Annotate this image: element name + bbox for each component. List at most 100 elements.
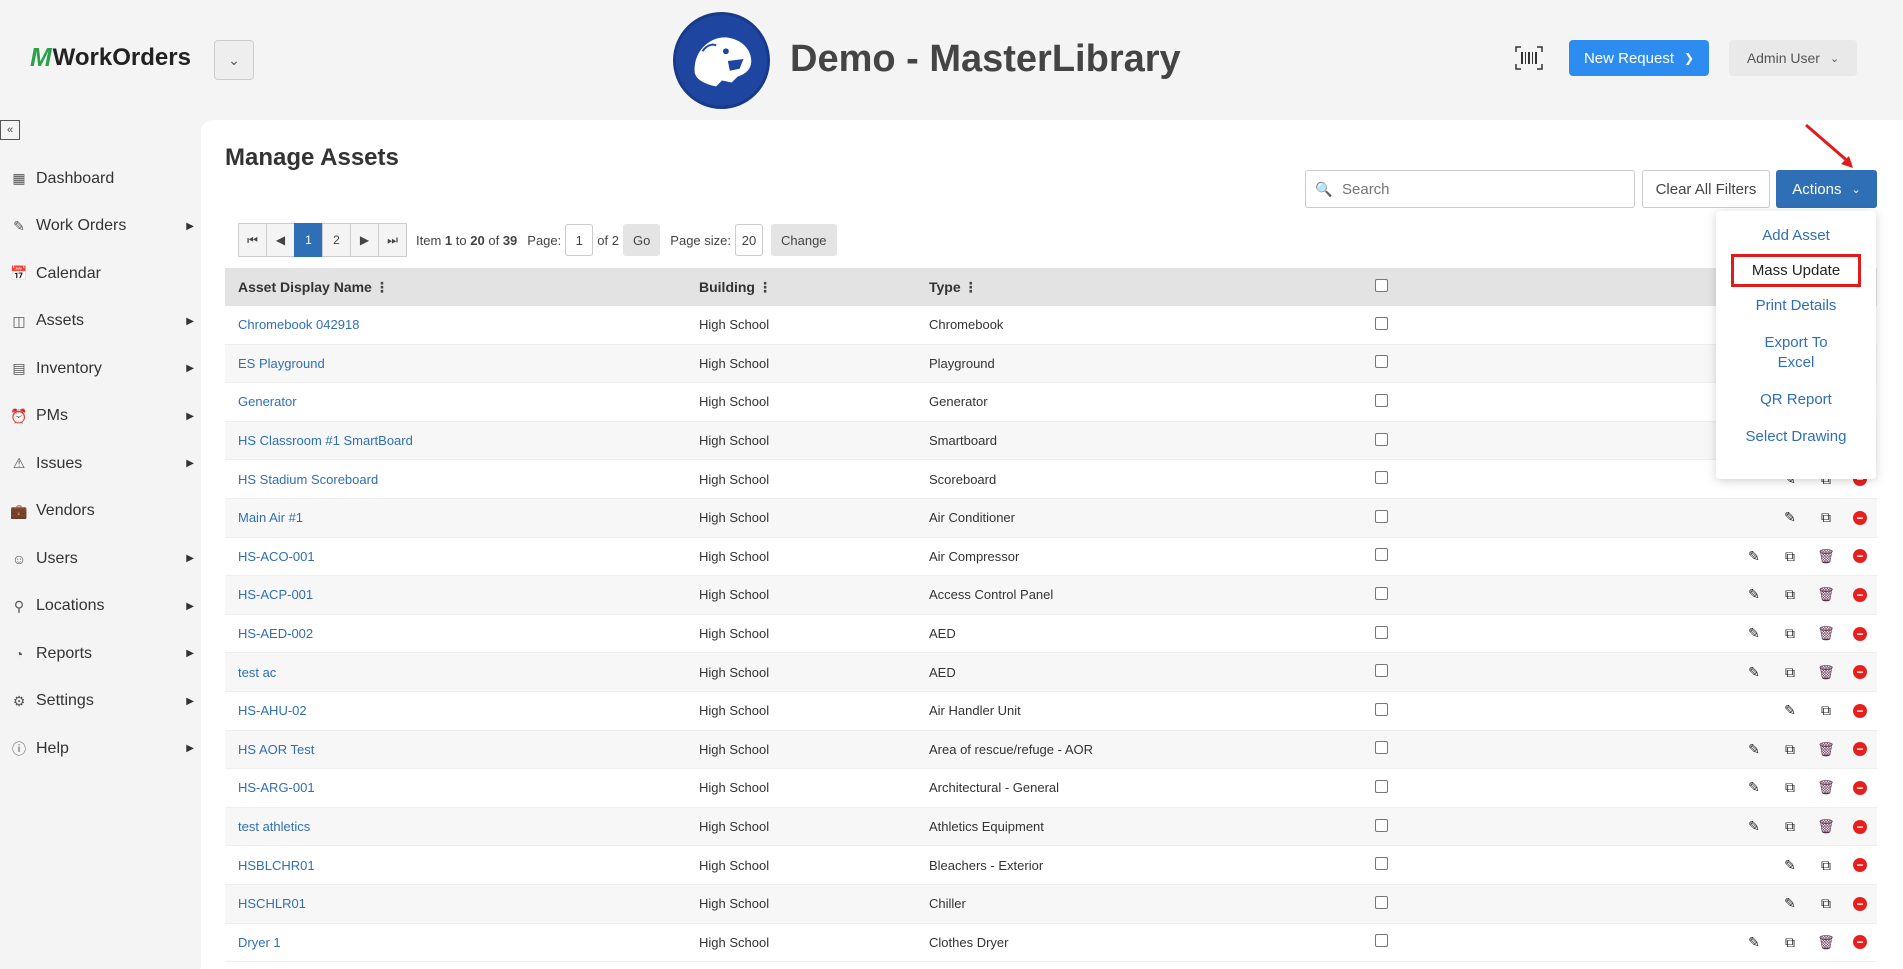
copy-icon[interactable]: ⧉ (1781, 586, 1799, 604)
collapse-sidebar-button[interactable]: « (0, 120, 20, 140)
change-page-size-button[interactable]: Change (771, 224, 837, 256)
sidebar-item-dashboard[interactable]: ▦ Dashboard (0, 155, 200, 203)
edit-pencil-icon[interactable]: ✎ (1781, 702, 1799, 720)
asset-name-link[interactable]: ES Playground (238, 356, 325, 371)
edit-pencil-icon[interactable]: ✎ (1745, 625, 1763, 643)
last-page-button[interactable]: ⏭ (378, 223, 407, 257)
asset-name-link[interactable]: HS AOR Test (238, 742, 314, 757)
remove-circle-icon[interactable]: − (1853, 587, 1867, 602)
edit-pencil-icon[interactable]: ✎ (1745, 663, 1763, 681)
copy-icon[interactable]: ⧉ (1781, 740, 1799, 758)
row-select-checkbox[interactable] (1375, 857, 1388, 871)
menu-item-print-details[interactable]: Print Details (1716, 287, 1876, 324)
row-select-checkbox[interactable] (1375, 625, 1388, 639)
sidebar-item-vendors[interactable]: 💼 Vendors (0, 488, 200, 536)
trash-icon[interactable]: 🗑 (1817, 818, 1835, 836)
sidebar-item-issues[interactable]: ⚠ Issues ▶ (0, 440, 200, 488)
column-menu-icon[interactable]: ⋮ (375, 279, 389, 295)
asset-name-link[interactable]: HSCHLR01 (238, 896, 306, 911)
sidebar-item-reports[interactable]: ◔ Reports ▶ (0, 630, 200, 678)
copy-icon[interactable]: ⧉ (1781, 933, 1799, 951)
remove-circle-icon[interactable]: − (1853, 510, 1867, 525)
sidebar-item-calendar[interactable]: 📅 Calendar (0, 250, 200, 298)
trash-icon[interactable]: 🗑 (1817, 779, 1835, 797)
copy-icon[interactable]: ⧉ (1781, 818, 1799, 836)
trash-icon[interactable]: 🗑 (1817, 663, 1835, 681)
asset-name-link[interactable]: HS Stadium Scoreboard (238, 472, 378, 487)
new-request-button[interactable]: New Request ❯ (1569, 40, 1709, 76)
menu-item-select-drawing[interactable]: Select Drawing (1716, 418, 1876, 455)
asset-name-link[interactable]: HS Classroom #1 SmartBoard (238, 433, 413, 448)
sidebar-item-users[interactable]: ☺ Users ▶ (0, 535, 200, 583)
page-1-button[interactable]: 1 (294, 223, 323, 257)
column-menu-icon[interactable]: ⋮ (758, 279, 772, 295)
column-header-building[interactable]: Building ⋮ (699, 279, 929, 296)
asset-name-link[interactable]: Chromebook 042918 (238, 317, 359, 332)
clear-filters-button[interactable]: Clear All Filters (1642, 170, 1770, 208)
edit-pencil-icon[interactable]: ✎ (1745, 933, 1763, 951)
row-select-checkbox[interactable] (1375, 586, 1388, 600)
sidebar-item-locations[interactable]: ⚲ Locations ▶ (0, 583, 200, 631)
remove-circle-icon[interactable]: − (1853, 819, 1867, 834)
copy-icon[interactable]: ⧉ (1817, 702, 1835, 720)
first-page-button[interactable]: ⏮ (238, 223, 267, 257)
remove-circle-icon[interactable]: − (1853, 935, 1867, 950)
sidebar-item-pms[interactable]: ⏰ PMs ▶ (0, 393, 200, 441)
next-page-button[interactable]: ▶ (350, 223, 379, 257)
user-menu-button[interactable]: Admin User ⌄ (1729, 40, 1857, 76)
edit-pencil-icon[interactable]: ✎ (1781, 895, 1799, 913)
edit-pencil-icon[interactable]: ✎ (1745, 818, 1763, 836)
site-switcher-button[interactable]: ⌄ (214, 40, 254, 80)
row-select-checkbox[interactable] (1375, 664, 1388, 678)
edit-pencil-icon[interactable]: ✎ (1745, 586, 1763, 604)
asset-name-link[interactable]: HS-AHU-02 (238, 703, 307, 718)
sidebar-item-settings[interactable]: ⚙ Settings ▶ (0, 678, 200, 726)
prev-page-button[interactable]: ◀ (266, 223, 295, 257)
copy-icon[interactable]: ⧉ (1781, 547, 1799, 565)
trash-icon[interactable]: 🗑 (1817, 625, 1835, 643)
menu-item-add-asset[interactable]: Add Asset (1716, 217, 1876, 254)
row-select-checkbox[interactable] (1375, 934, 1388, 948)
page-number-input[interactable]: 1 (565, 224, 594, 256)
copy-icon[interactable]: ⧉ (1781, 625, 1799, 643)
page-size-input[interactable]: 20 (735, 224, 763, 256)
menu-item-qr-report[interactable]: QR Report (1716, 381, 1876, 418)
trash-icon[interactable]: 🗑 (1817, 547, 1835, 565)
asset-name-link[interactable]: Dryer 1 (238, 935, 281, 950)
asset-name-link[interactable]: test ac (238, 665, 276, 680)
sidebar-item-inventory[interactable]: ▤ Inventory ▶ (0, 345, 200, 393)
actions-button[interactable]: Actions ⌄ (1776, 170, 1877, 208)
row-select-checkbox[interactable] (1375, 316, 1388, 330)
trash-icon[interactable]: 🗑 (1817, 740, 1835, 758)
asset-name-link[interactable]: HS-ARG-001 (238, 780, 315, 795)
remove-circle-icon[interactable]: − (1853, 742, 1867, 757)
edit-pencil-icon[interactable]: ✎ (1781, 856, 1799, 874)
row-select-checkbox[interactable] (1375, 471, 1388, 485)
barcode-scan-button[interactable] (1515, 46, 1543, 70)
column-header-name[interactable]: Asset Display Name ⋮ (225, 279, 699, 296)
edit-pencil-icon[interactable]: ✎ (1745, 779, 1763, 797)
row-select-checkbox[interactable] (1375, 393, 1388, 407)
asset-name-link[interactable]: Main Air #1 (238, 510, 303, 525)
copy-icon[interactable]: ⧉ (1781, 779, 1799, 797)
search-input[interactable] (1342, 180, 1634, 198)
remove-circle-icon[interactable]: − (1853, 703, 1867, 718)
asset-name-link[interactable]: HSBLCHR01 (238, 858, 315, 873)
edit-pencil-icon[interactable]: ✎ (1781, 509, 1799, 527)
select-all-checkbox[interactable] (1375, 279, 1388, 292)
row-select-checkbox[interactable] (1375, 895, 1388, 909)
copy-icon[interactable]: ⧉ (1817, 509, 1835, 527)
asset-name-link[interactable]: Generator (238, 394, 297, 409)
copy-icon[interactable]: ⧉ (1781, 663, 1799, 681)
asset-name-link[interactable]: test athletics (238, 819, 310, 834)
copy-icon[interactable]: ⧉ (1817, 856, 1835, 874)
remove-circle-icon[interactable]: − (1853, 665, 1867, 680)
remove-circle-icon[interactable]: − (1853, 858, 1867, 873)
menu-item-mass-update[interactable]: Mass Update (1731, 254, 1861, 287)
menu-item-export-to-excel[interactable]: Export To Excel (1716, 324, 1876, 381)
app-logo[interactable]: M WorkOrders (30, 42, 191, 73)
edit-pencil-icon[interactable]: ✎ (1745, 547, 1763, 565)
trash-icon[interactable]: 🗑 (1817, 586, 1835, 604)
column-menu-icon[interactable]: ⋮ (964, 279, 978, 295)
row-select-checkbox[interactable] (1375, 741, 1388, 755)
